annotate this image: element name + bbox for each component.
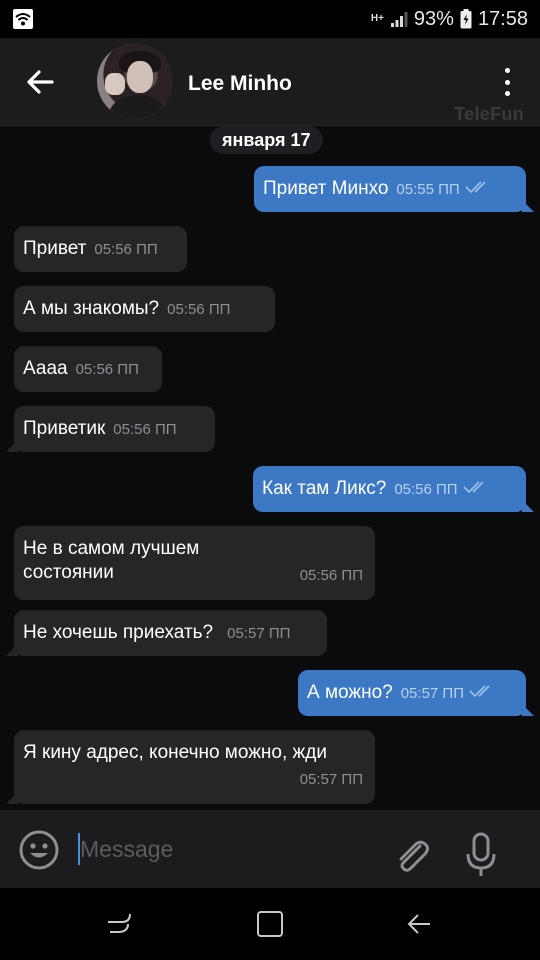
message-time: 05:56 ПП — [299, 567, 363, 584]
message-text: Аааа — [23, 358, 68, 379]
system-navigation-bar — [0, 888, 540, 960]
message-text: Привет — [23, 238, 87, 259]
message-input[interactable] — [80, 832, 370, 866]
message-time: 05:56 ПП — [94, 241, 158, 258]
double-check-icon — [469, 685, 490, 698]
menu-dot — [504, 68, 510, 73]
message-incoming[interactable]: Привет 05:56 ПП — [14, 226, 187, 272]
message-time: 05:56 ПП — [113, 421, 177, 438]
date-separator: января 17 — [210, 126, 323, 154]
avatar-body-shape — [109, 95, 167, 119]
status-bar: H+ 93% 17:58 — [0, 0, 540, 38]
message-incoming[interactable]: А мы знакомы? 05:56 ПП — [14, 286, 275, 332]
back-icon[interactable] — [404, 910, 436, 938]
message-time: 05:56 ПП — [167, 301, 231, 318]
message-text: Привет Минхо — [263, 178, 389, 199]
message-time-row: 05:57 ПП — [292, 767, 363, 792]
message-time: 05:55 ПП — [396, 181, 460, 198]
message-text: Не в самом лучшем состоянии — [23, 538, 200, 583]
message-time: 05:56 ПП — [394, 481, 458, 498]
emoji-icon[interactable] — [18, 829, 60, 871]
menu-dot — [504, 91, 510, 96]
avatar-face-shape — [127, 61, 153, 93]
battery-percent: 93% — [413, 7, 454, 30]
message-outgoing[interactable]: Как там Ликс? 05:56 ПП — [253, 466, 534, 512]
message-outgoing[interactable]: А можно? 05:57 ПП — [298, 670, 534, 716]
microphone-icon[interactable] — [464, 832, 498, 878]
network-type: H+ — [370, 13, 384, 24]
message-incoming[interactable]: Я кину адрес, конечно можно, жди 05:57 П… — [6, 730, 375, 804]
message-composer — [0, 810, 540, 888]
contact-name[interactable]: Lee Minho — [188, 72, 292, 96]
status-indicators: H+ 93% 17:58 — [371, 8, 528, 31]
message-time-row: 05:56 ПП — [292, 563, 363, 588]
message-time: 05:57 ПП — [299, 771, 363, 788]
double-check-icon — [463, 481, 484, 494]
message-incoming[interactable]: Аааа 05:56 ПП — [14, 346, 162, 392]
home-icon[interactable] — [254, 910, 286, 938]
message-time: 05:56 ПП — [75, 361, 139, 378]
recents-icon[interactable] — [104, 910, 136, 938]
message-text: Приветик — [23, 418, 106, 439]
message-time: 05:57 ПП — [400, 685, 464, 702]
message-incoming[interactable]: Приветик 05:56 ПП — [6, 406, 215, 452]
menu-dot — [504, 79, 510, 85]
app-watermark: TeleFun — [454, 104, 524, 124]
message-time: 05:57 ПП — [227, 625, 291, 642]
battery-icon — [460, 9, 472, 29]
message-text: А можно? — [307, 682, 393, 703]
clock: 17:58 — [477, 7, 528, 30]
message-text: Я кину адрес, конечно можно, жди — [23, 742, 327, 763]
back-arrow-icon[interactable] — [22, 64, 58, 100]
message-text: Как там Ликс? — [262, 478, 387, 499]
wifi-icon — [13, 9, 33, 29]
more-options-icon[interactable] — [496, 64, 518, 100]
message-text: Не хочешь приехать? — [23, 622, 214, 643]
message-incoming[interactable]: Не в самом лучшем состоянии 05:56 ПП — [14, 526, 375, 600]
double-check-icon — [465, 181, 486, 194]
avatar-hand-shape — [105, 73, 125, 95]
paperclip-icon[interactable] — [392, 836, 432, 876]
chat-header: Lee Minho TeleFun — [0, 38, 540, 126]
message-list[interactable]: января 17 Привет Минхо 05:55 ПП Привет 0… — [0, 126, 540, 810]
contact-avatar[interactable] — [97, 43, 173, 119]
chat-screen: H+ 93% 17:58 Lee Minho TeleFun января 17… — [0, 0, 540, 960]
message-text: А мы знакомы? — [23, 298, 160, 319]
message-outgoing[interactable]: Привет Минхо 05:55 ПП — [254, 166, 534, 212]
message-incoming[interactable]: Не хочешь приехать? 05:57 ПП — [6, 610, 327, 656]
signal-icon — [390, 12, 408, 27]
